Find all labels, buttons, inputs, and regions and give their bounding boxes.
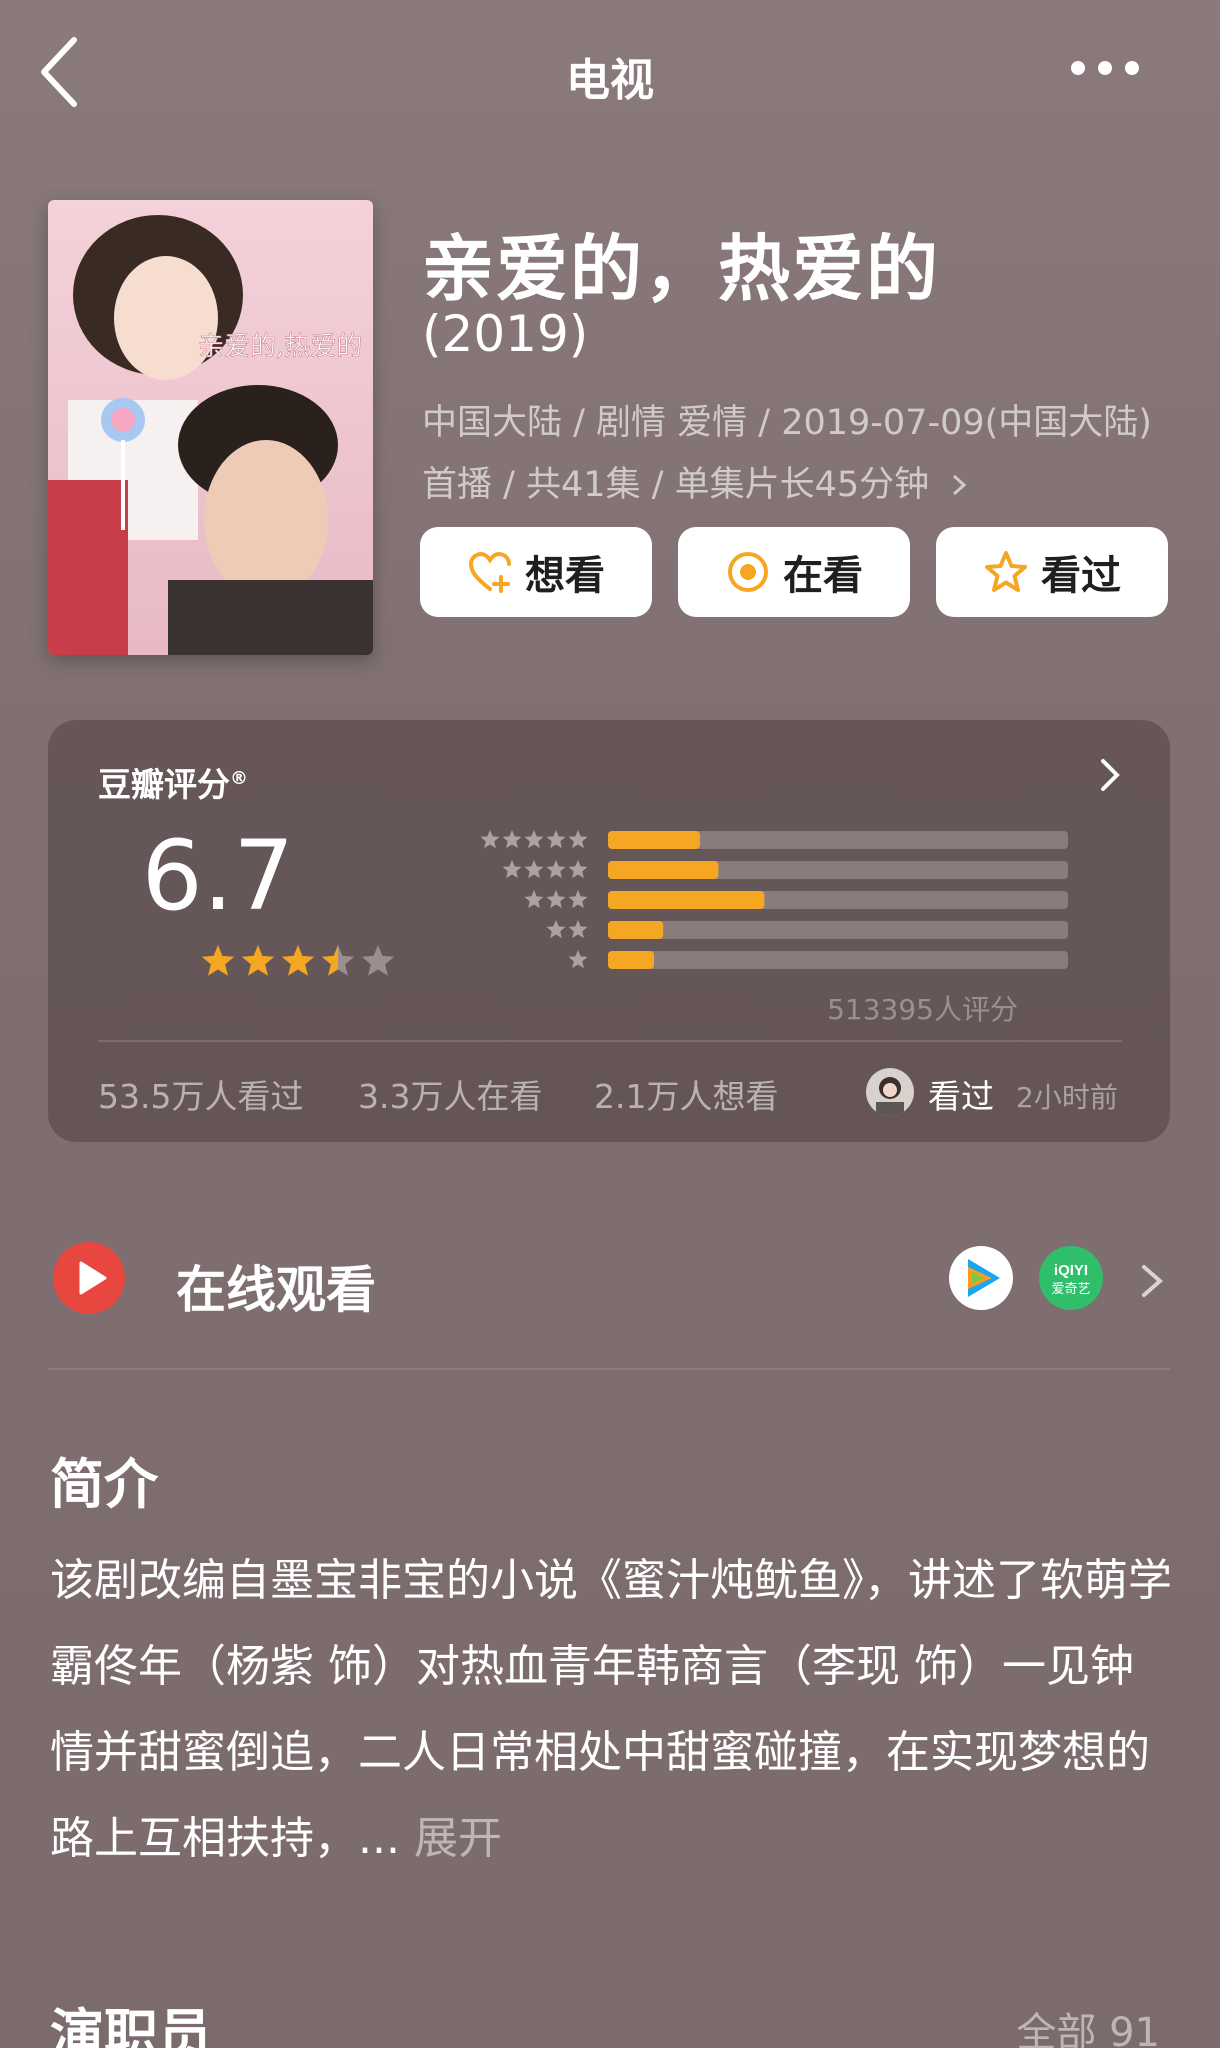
watching-label: 在看 [783,553,863,599]
intro-text: 该剧改编自墨宝非宝的小说《蜜汁炖鱿鱼》，讲述了软萌学霸佟年（杨紫 饰）对热血青年… [50,1538,1175,1882]
dist-bar-track [608,951,1068,969]
meta-line-2: 首播 / 共41集 / 单集片长45分钟 [422,454,1182,516]
registered-mark: ® [230,768,248,789]
action-buttons: 想看 在看 看过 [420,527,1170,617]
dist-star-icon [524,890,544,909]
dist-star-icon [502,860,522,879]
iqiyi-cn-text: 爱奇艺 [1051,1281,1090,1297]
dist-bar-4-star [608,861,719,879]
heart-plus-icon [468,551,511,593]
dist-star-icon [568,860,588,879]
rating-count: 513395人评分 [827,993,1018,1026]
play-icon [53,1242,125,1314]
friend-avatar[interactable] [866,1068,914,1116]
cast-heading: 演职员 [50,2003,212,2048]
rating-label: 豆瓣评分® [98,758,248,806]
want-button[interactable]: 想看 [420,527,652,617]
rating-distribution [480,830,1068,969]
dist-star-icon [480,830,500,849]
cast-all-link[interactable]: 全部 91 [1016,2000,1160,2048]
want-label: 想看 [525,553,605,599]
dist-star-icon [568,830,588,849]
dist-bar-1-star [608,951,654,969]
watching-button[interactable]: 在看 [678,527,910,617]
chevron-right-icon [1142,1265,1164,1297]
poster-title-text: 亲爱的,热爱的 [198,332,362,362]
expand-link[interactable]: 展开 [414,1813,502,1864]
chevron-right-icon[interactable] [1100,758,1130,798]
watched-button[interactable]: 看过 [936,527,1168,617]
dist-bar-5-star [608,831,700,849]
page: 电视 亲爱的,热爱的 亲爱的，热爱的 (2019) 中国大陆 / 剧情 爱情 /… [0,0,1220,2048]
target-icon [728,552,768,592]
stat-watching: 3.3万人在看 [358,1077,543,1116]
more-dots-icon [1071,61,1139,75]
intro-body: 该剧改编自墨宝非宝的小说《蜜汁炖鱿鱼》，讲述了软萌学霸佟年（杨紫 饰）对热血青年… [50,1555,1172,1864]
chevron-right-icon [952,454,967,516]
rating-star-icon [201,945,235,976]
top-nav: 电视 [0,0,1220,150]
meta-line-2-text: 首播 / 共41集 / 单集片长45分钟 [422,465,930,505]
watch-online-row[interactable]: 在线观看 iQIYI 爱奇艺 [48,1225,1170,1335]
dist-star-icon [546,890,566,909]
watched-label: 看过 [1041,553,1121,599]
dist-star-icon [568,950,588,969]
dist-star-icon [568,890,588,909]
friend-time: 2小时前 [1016,1081,1118,1114]
dist-star-icon [524,830,544,849]
rating-score: 6.7 [141,820,295,932]
rating-stars [201,945,395,976]
movie-title: 亲爱的，热爱的 [422,227,941,311]
dist-star-icon [546,860,566,879]
star-outline-icon [985,551,1027,592]
divider [98,1040,1122,1042]
divider [48,1368,1170,1370]
page-title: 电视 [566,55,654,106]
dist-star-icon [568,920,588,939]
dist-star-icon [546,920,566,939]
tencent-video-logo[interactable] [948,1245,1014,1311]
rating-star-icon [321,945,355,976]
more-button[interactable] [1070,58,1150,88]
watch-online-label: 在线观看 [176,1261,376,1319]
intro-heading: 简介 [50,1453,158,1516]
movie-year: (2019) [422,305,589,363]
friend-action: 看过 [928,1077,994,1116]
poster-image[interactable]: 亲爱的,热爱的 [48,200,373,655]
rating-star-icon [361,945,395,976]
dist-star-icon [524,860,544,879]
stat-seen: 53.5万人看过 [98,1077,304,1116]
stat-want: 2.1万人想看 [594,1077,779,1116]
dist-bar-track [608,921,1068,939]
meta-line-1: 中国大陆 / 剧情 爱情 / 2019-07-09(中国大陆) [422,403,1152,443]
dist-star-icon [502,830,522,849]
dist-bar-2-star [608,921,664,939]
iqiyi-text: iQIYI [1054,1262,1088,1279]
dist-star-icon [546,830,566,849]
movie-meta[interactable]: 中国大陆 / 剧情 爱情 / 2019-07-09(中国大陆) 首播 / 共41… [422,392,1182,516]
rating-card[interactable]: 豆瓣评分® 6.7 513395人评分 53.5万人看过 3.3万人在看 2.1… [48,720,1170,1142]
rating-label-text: 豆瓣评分 [98,765,230,804]
iqiyi-logo[interactable]: iQIYI 爱奇艺 [1038,1245,1104,1311]
rating-star-icon [241,945,275,976]
dist-bar-3-star [608,891,765,909]
rating-star-icon [281,945,315,976]
